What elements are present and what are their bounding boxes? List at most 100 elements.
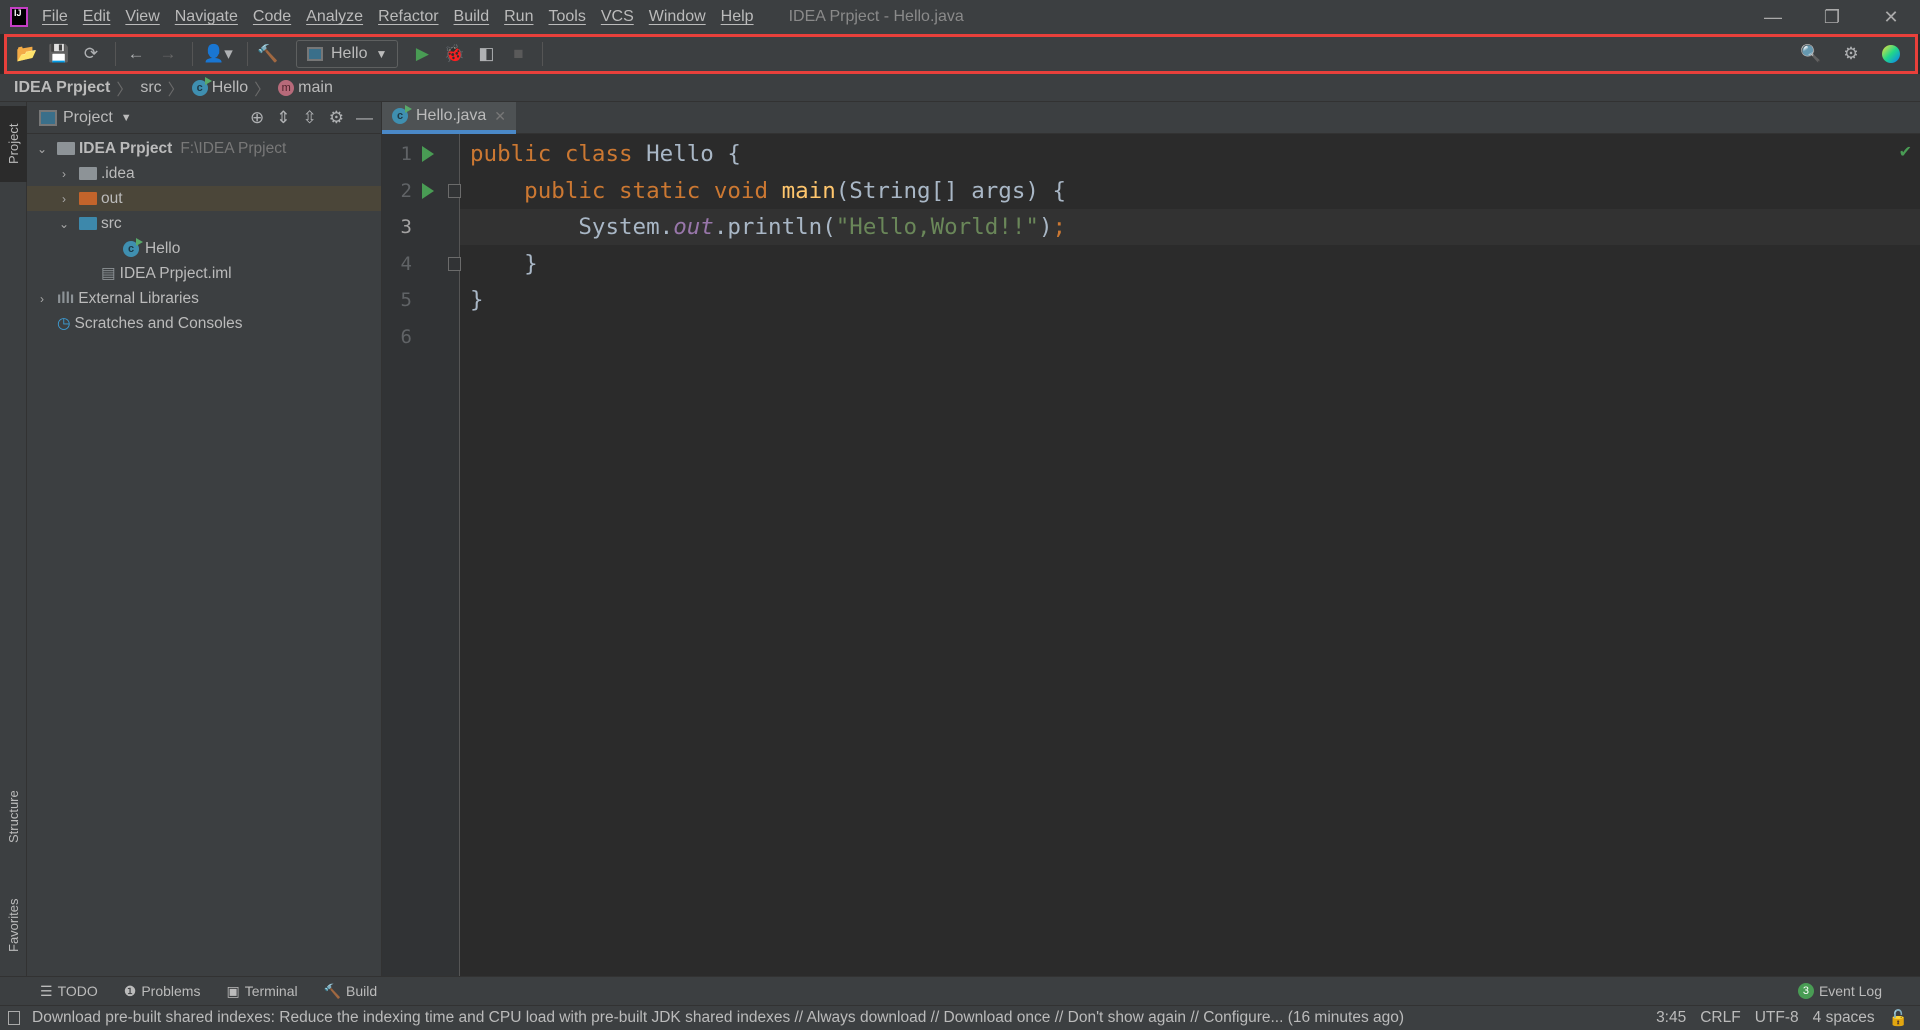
run-icon[interactable]: ▶	[408, 40, 436, 68]
chevron-right-icon[interactable]: ›	[57, 192, 71, 206]
chevron-down-icon[interactable]: ⌄	[35, 142, 49, 156]
gear-icon[interactable]: ⚙	[329, 108, 344, 128]
list-icon: ☰	[40, 982, 53, 999]
menu-navigate[interactable]: Navigate	[175, 8, 238, 26]
caret-position[interactable]: 3:45	[1656, 1009, 1686, 1027]
tab-project[interactable]: Project	[0, 106, 27, 182]
tree-item[interactable]: ▤ IDEA Prpject.iml	[27, 261, 381, 286]
tree-item[interactable]: › .idea	[27, 161, 381, 186]
gear-icon[interactable]: ⚙	[1837, 40, 1865, 68]
tree-item[interactable]: › ıllı External Libraries	[27, 286, 381, 311]
menu-vcs[interactable]: VCS	[601, 8, 634, 26]
menu-tools[interactable]: Tools	[548, 8, 585, 26]
menu-window[interactable]: Window	[649, 8, 706, 26]
menu-build[interactable]: Build	[454, 8, 490, 26]
tree-item-label: Scratches and Consoles	[74, 314, 243, 332]
intellij-logo-icon: IJ	[10, 7, 28, 27]
save-icon[interactable]: 💾	[45, 40, 73, 68]
sync-icon[interactable]: ⟳	[77, 40, 105, 68]
tree-item[interactable]: ◷ Scratches and Consoles	[27, 311, 381, 336]
line-number: 1	[400, 143, 412, 165]
collapse-all-icon[interactable]: ⇳	[303, 108, 317, 128]
debug-bug-icon[interactable]: 🐞	[440, 40, 468, 68]
tab-label: Problems	[141, 983, 201, 999]
left-tool-stripe: Project Structure Favorites	[0, 102, 27, 976]
hide-icon[interactable]: —	[356, 108, 373, 128]
bottom-tool-bar: ☰ TODO ❶ Problems ▣ Terminal 🔨 Build 3 Event …	[0, 976, 1920, 1005]
vcs-user-icon[interactable]: 👤▾	[199, 40, 237, 68]
menu-edit[interactable]: Edit	[83, 8, 111, 26]
menu-code[interactable]: Code	[253, 8, 291, 26]
chevron-right-icon[interactable]: ›	[57, 167, 71, 181]
event-log-tab[interactable]: 3 Event Log	[1797, 983, 1882, 999]
notification-icon[interactable]	[8, 1011, 20, 1025]
menu-view[interactable]: View	[125, 8, 159, 26]
chevron-down-icon[interactable]: ⌄	[57, 217, 71, 231]
hammer-icon: 🔨	[323, 982, 342, 999]
tree-item-label: IDEA Prpject.iml	[119, 264, 232, 282]
menu-file[interactable]: File	[42, 8, 68, 26]
open-folder-icon[interactable]: 📂	[13, 40, 41, 68]
tree-item[interactable]: c Hello	[27, 236, 381, 261]
forward-arrow-icon[interactable]: →	[154, 40, 182, 68]
file-encoding[interactable]: UTF-8	[1755, 1009, 1799, 1027]
fold-marker-icon[interactable]	[448, 183, 461, 198]
terminal-tab[interactable]: ▣ Terminal	[226, 983, 297, 1000]
terminal-icon: ▣	[226, 982, 240, 999]
build-hammer-icon[interactable]: 🔨	[254, 40, 282, 68]
tab-label: Favorites	[6, 898, 21, 952]
restore-button[interactable]: ❐	[1803, 0, 1861, 34]
menu-run[interactable]: Run	[504, 8, 533, 26]
window-title: IDEA Prpject - Hello.java	[788, 8, 964, 25]
tree-item[interactable]: ⌄ IDEA Prpject F:\IDEA Prpject	[27, 136, 381, 161]
code-token: ;	[1052, 214, 1067, 240]
code-with-me-icon[interactable]	[1877, 40, 1905, 68]
todo-tab[interactable]: ☰ TODO	[40, 983, 98, 1000]
run-gutter-icon[interactable]	[422, 182, 434, 199]
lock-icon[interactable]: 🔓	[1889, 1009, 1908, 1028]
chevron-down-icon[interactable]: ▼	[121, 112, 132, 124]
stop-icon[interactable]: ■	[504, 40, 532, 68]
run-gutter-icon[interactable]	[422, 146, 434, 162]
code-token: )	[1038, 214, 1053, 240]
locate-icon[interactable]: ⊕	[250, 108, 264, 128]
back-arrow-icon[interactable]: ←	[122, 40, 150, 68]
indent-setting[interactable]: 4 spaces	[1813, 1009, 1875, 1027]
code-area[interactable]: 1 public class Hello {2 public static voi…	[382, 102, 1920, 976]
tree-item[interactable]: › out	[27, 186, 381, 211]
project-view-dropdown[interactable]: Project	[63, 109, 113, 127]
menu-help[interactable]: Help	[721, 8, 754, 26]
search-icon[interactable]: 🔍	[1797, 40, 1825, 68]
status-message[interactable]: Download pre-built shared indexes: Reduc…	[32, 1009, 1404, 1027]
menu-analyze[interactable]: Analyze	[306, 8, 363, 26]
tree-item-label: IDEA Prpject	[79, 139, 173, 157]
minimize-button[interactable]: —	[1744, 0, 1802, 34]
line-number: 4	[400, 252, 412, 275]
tab-label: TODO	[57, 983, 98, 999]
run-with-coverage-icon[interactable]: ◧	[472, 40, 500, 68]
code-line: }	[470, 246, 1920, 282]
line-separator[interactable]: CRLF	[1700, 1009, 1740, 1027]
menu-bar: IJ File Edit View Navigate Code Analyze Refact…	[0, 0, 1920, 34]
breadcrumb-label: Hello	[211, 78, 249, 96]
breadcrumb-class[interactable]: c Hello	[191, 76, 249, 97]
breadcrumb-project[interactable]: IDEA Prpject	[14, 79, 110, 97]
fold-marker-icon[interactable]	[448, 256, 461, 271]
breadcrumb-method[interactable]: m main	[278, 79, 333, 97]
tab-label: Terminal	[244, 983, 298, 999]
breadcrumb-src[interactable]: src	[140, 79, 161, 97]
build-tab[interactable]: 🔨 Build	[324, 983, 378, 1000]
expand-all-icon[interactable]: ⇕	[276, 108, 290, 128]
tree-item-label: src	[101, 214, 122, 232]
code-token: "Hello,World!!"	[835, 214, 1039, 240]
tree-item[interactable]: ⌄ src	[27, 211, 381, 236]
tab-structure[interactable]: Structure	[0, 772, 27, 862]
menu-refactor[interactable]: Refactor	[378, 8, 438, 26]
breadcrumb: IDEA Prpject 〉 src 〉 c Hello 〉 m main	[0, 74, 1920, 102]
chevron-right-icon[interactable]: ›	[35, 292, 49, 306]
run-configuration-dropdown[interactable]: Hello ▼	[296, 40, 399, 68]
problems-tab[interactable]: ❶ Problems	[124, 983, 201, 1000]
tab-favorites[interactable]: Favorites	[0, 880, 27, 970]
close-button[interactable]: ✕	[1862, 0, 1920, 34]
